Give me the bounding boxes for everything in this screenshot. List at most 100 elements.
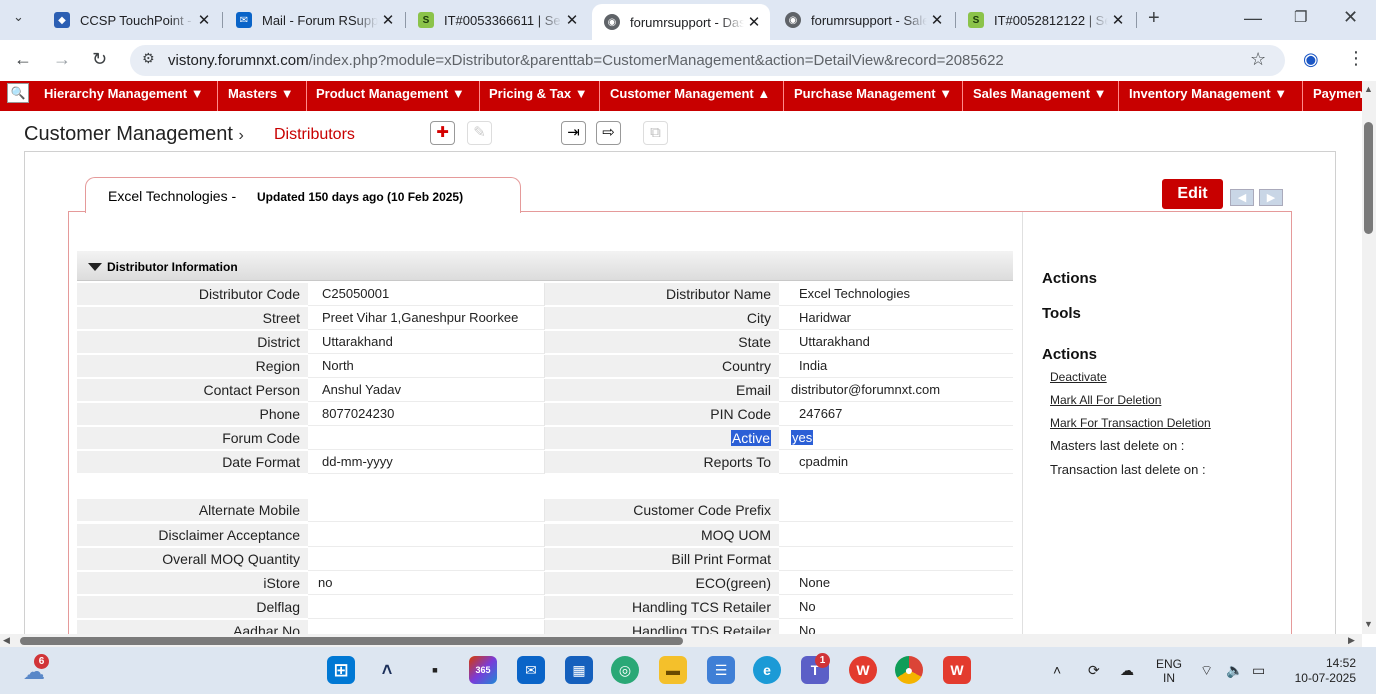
export-icon[interactable]: ⇨ [596,121,621,145]
tab-forumrsupport-sales[interactable]: ◉ forumrsupport - Sales ✕ [773,6,953,34]
address-bar[interactable]: ⚙ vistony.forumnxt.com/index.php?module=… [130,45,1285,76]
tab-ccsp[interactable]: ◆ CCSP TouchPoint - ✕ [42,6,220,34]
mark-all-for-deletion-link[interactable]: Mark All For Deletion [1050,393,1161,407]
mark-for-transaction-deletion-link[interactable]: Mark For Transaction Deletion [1050,416,1211,430]
record-tab[interactable]: Excel Technologies - Updated 150 days ag… [85,177,521,213]
scroll-down-icon[interactable]: ▼ [1364,619,1373,629]
wifi-icon[interactable]: ⌔ [1200,662,1213,680]
tab-search-icon[interactable]: ⌄ [13,9,24,25]
tab-forumrsupport-active[interactable]: ◉ forumrsupport - Dashboard ✕ [592,4,770,40]
close-window-icon[interactable]: ✕ [1343,7,1358,28]
edit-button[interactable]: Edit [1162,179,1223,209]
next-record-icon[interactable]: ▶ [1259,189,1283,206]
forward-icon[interactable]: → [53,49,71,70]
more-menu-icon[interactable]: ⋮ [1347,48,1365,69]
table-row: Street Preet Vihar 1,Ganeshpur Roorkee C… [77,307,1013,331]
site-info-icon[interactable]: ⚙ [142,50,155,67]
volume-icon[interactable]: 🔈 [1226,662,1243,679]
reload-icon[interactable]: ↻ [92,49,107,70]
scroll-left-icon[interactable]: ◀ [3,635,10,646]
battery-icon[interactable]: ▭ [1252,662,1265,679]
tab-mail[interactable]: ✉ Mail - Forum RSupport ✕ [224,6,404,34]
tray-overflow-icon[interactable]: ˄ [1053,662,1061,678]
close-tab-icon[interactable]: ✕ [194,11,214,29]
menu-purchase-management[interactable]: Purchase Management ▼ [784,81,963,111]
masters-last-delete: Masters last delete on : [1050,438,1185,453]
language-bottom: IN [1163,671,1175,685]
restore-icon[interactable]: ❐ [1294,8,1307,26]
menu-inventory-management[interactable]: Inventory Management ▼ [1119,81,1303,111]
tab-it-0053366611[interactable]: S IT#0053366611 | Service ✕ [406,6,588,34]
previous-record-icon[interactable]: ◀ [1230,189,1254,206]
onedrive-icon[interactable]: ☁ [1120,662,1134,679]
field-value [779,524,1013,547]
field-label: Street [77,307,308,330]
menu-label: Product Management [316,86,449,101]
store-icon[interactable]: ▦ [565,656,593,684]
menu-label: Sales Management [973,86,1091,101]
wps-office-icon[interactable]: W [943,656,971,684]
field-label: MOQ UOM [545,524,779,547]
create-new-icon[interactable]: ✚ [430,121,455,145]
close-tab-icon[interactable]: ✕ [1108,11,1128,29]
bookmark-star-icon[interactable]: ☆ [1250,49,1266,70]
outlook-icon[interactable]: ✉ [517,656,545,684]
menu-payment[interactable]: Paymen [1303,81,1362,111]
sync-icon[interactable]: ⟳ [1088,662,1100,679]
tab-it-0052812122[interactable]: S IT#0052812122 | Service ✕ [956,6,1134,34]
menu-masters[interactable]: Masters ▼ [218,81,307,111]
task-view-icon[interactable]: ▪ [421,656,449,684]
chevron-icon[interactable]: ˄ [373,656,401,684]
breadcrumb-distributors[interactable]: Distributors [274,126,355,144]
notepad-icon[interactable]: ☰ [707,656,735,684]
field-label: Forum Code [77,427,308,450]
close-tab-icon[interactable]: ✕ [378,11,398,29]
copilot-icon[interactable]: ◎ [611,656,639,684]
menu-pricing-tax[interactable]: Pricing & Tax ▼ [480,81,600,111]
windows-start-icon[interactable]: ⊞ [327,656,355,684]
file-explorer-icon[interactable]: ▬ [659,656,687,684]
scroll-up-icon[interactable]: ▲ [1364,84,1373,94]
url-host: vistony.forumnxt.com [168,52,309,69]
close-tab-icon[interactable]: ✕ [927,11,947,29]
clock-date: 10-07-2025 [1294,671,1356,685]
field-value: C25050001 [308,283,545,306]
field-label: Delflag [77,596,308,619]
menu-label: Purchase Management [794,86,936,101]
scroll-right-icon[interactable]: ▶ [1348,635,1355,646]
field-label: Distributor Code [77,283,308,306]
edge-icon[interactable]: e [753,656,781,684]
profile-icon[interactable]: ◉ [1303,49,1319,70]
new-tab-icon[interactable]: + [1148,7,1160,30]
language-indicator[interactable]: ENG IN [1156,657,1182,685]
field-label: Handling TCS Retailer [545,596,779,619]
close-tab-icon[interactable]: ✕ [562,11,582,29]
clock[interactable]: 14:52 10-07-2025 [1286,656,1356,686]
wps-icon[interactable]: W [849,656,877,684]
m365-icon[interactable]: 365 [469,656,497,684]
close-tab-icon[interactable]: ✕ [744,13,764,31]
menu-label: Customer Management [610,86,754,101]
menu-arrow-icon: ▼ [1093,86,1107,101]
menu-label: Inventory Management [1129,86,1271,101]
collapse-triangle-icon[interactable] [88,263,102,271]
section-header-distributor-information[interactable]: Distributor Information [77,251,1013,281]
vertical-scroll-thumb[interactable] [1364,122,1373,234]
horizontal-scroll-thumb[interactable] [20,637,683,645]
deactivate-link[interactable]: Deactivate [1050,370,1107,384]
menu-customer-management[interactable]: Customer Management ▲ [600,81,784,111]
menu-arrow-icon: ▼ [574,86,588,101]
menu-hierarchy-management[interactable]: Hierarchy Management ▼ [35,81,218,111]
chrome-icon[interactable]: ● [895,656,923,684]
field-value: Preet Vihar 1,Ganeshpur Roorkee [308,307,545,330]
actions-heading-2: Actions [1042,346,1098,363]
import-icon[interactable]: ⇥ [561,121,586,145]
menu-product-management[interactable]: Product Management ▼ [307,81,480,111]
table-row: Region North Country India [77,355,1013,379]
back-icon[interactable]: ← [14,49,32,70]
menu-sales-management[interactable]: Sales Management ▼ [963,81,1119,111]
menu-arrow-icon: ▼ [451,86,465,101]
minimize-icon[interactable]: — [1244,8,1262,29]
search-icon[interactable]: 🔍 [7,83,29,103]
field-label: PIN Code [545,403,779,426]
